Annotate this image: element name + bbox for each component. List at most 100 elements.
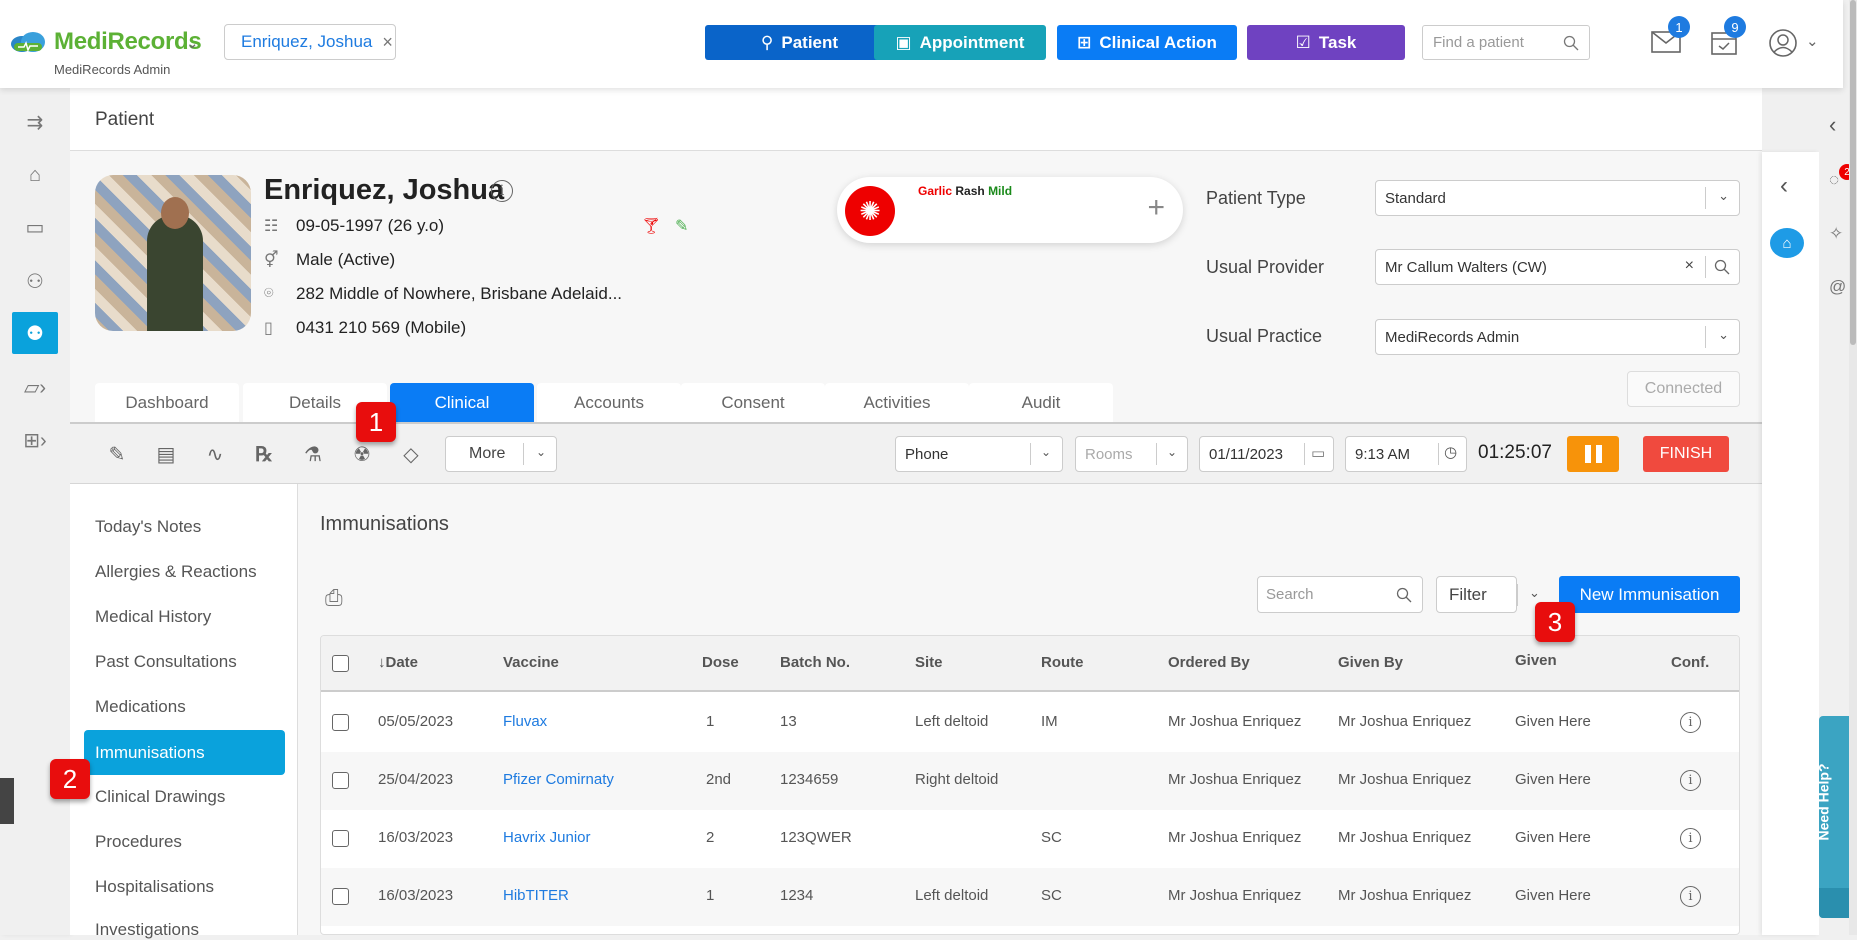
cell-vaccine[interactable]: Havrix Junior xyxy=(503,829,591,846)
tag-icon[interactable]: ⌂ xyxy=(1770,228,1804,258)
usual-provider-input[interactable]: Mr Callum Walters (CW) × xyxy=(1375,249,1740,285)
mention-icon[interactable]: @ xyxy=(1829,277,1846,297)
rooms-select[interactable]: Rooms ⌄ xyxy=(1075,436,1188,472)
col-ordered-by[interactable]: Ordered By xyxy=(1168,654,1250,671)
tab-clinical[interactable]: Clinical xyxy=(390,383,534,422)
certificate-icon[interactable]: ▤ xyxy=(152,440,180,468)
cell-vaccine[interactable]: HibTITER xyxy=(503,887,569,904)
cell-vaccine[interactable]: Fluvax xyxy=(503,713,547,730)
ecg-document-icon[interactable]: ∿ xyxy=(201,440,229,468)
nav-group[interactable]: ⚇ xyxy=(12,260,58,302)
new-appointment-button[interactable]: ▣ Appointment xyxy=(874,25,1046,60)
side-tab-handle[interactable] xyxy=(0,778,14,824)
usual-practice-select[interactable]: MediRecords Admin ⌄ xyxy=(1375,319,1740,355)
subnav-clinical-drawings[interactable]: Clinical Drawings xyxy=(95,787,225,807)
confidential-info-icon[interactable]: i xyxy=(1680,886,1701,907)
nav-patients[interactable]: ⚉ xyxy=(12,312,58,354)
col-batch[interactable]: Batch No. xyxy=(780,654,850,671)
confidential-info-icon[interactable]: i xyxy=(1680,770,1701,791)
filter-dropdown[interactable]: Filter ⌄ xyxy=(1436,576,1540,613)
need-help-button[interactable]: Need Help? xyxy=(1816,716,1849,918)
subnav-past-consultations[interactable]: Past Consultations xyxy=(95,652,237,672)
col-date[interactable]: ↓Date xyxy=(378,654,418,671)
select-all-checkbox[interactable] xyxy=(332,655,349,672)
more-dropdown[interactable]: More ⌄ xyxy=(445,436,557,472)
patient-type-select[interactable]: Standard ⌄ xyxy=(1375,180,1740,216)
notes-edit-icon[interactable]: ✎ xyxy=(103,440,131,468)
calendar-icon[interactable]: ▭ xyxy=(1311,444,1325,462)
brand-logo[interactable]: MediRecords xyxy=(10,28,202,56)
row-checkbox[interactable] xyxy=(332,888,349,905)
pause-button[interactable] xyxy=(1567,436,1619,472)
scrollbar-thumb[interactable] xyxy=(1850,0,1856,345)
time-input[interactable]: 9:13 AM ◷ xyxy=(1345,436,1467,472)
add-allergy-button[interactable]: + xyxy=(1147,191,1165,225)
new-task-button[interactable]: ☑ Task xyxy=(1247,25,1405,60)
pin-icon[interactable]: ✧ xyxy=(1829,224,1843,244)
nav-home[interactable]: ⌂ xyxy=(12,154,58,196)
subnav-todays-notes[interactable]: Today's Notes xyxy=(95,517,201,537)
nav-folder-add[interactable]: ⊞› xyxy=(12,419,58,461)
close-icon[interactable]: × xyxy=(382,32,393,53)
collapse-panel-chevron-icon[interactable]: ‹ xyxy=(1780,172,1788,200)
page-scrollbar[interactable] xyxy=(1849,0,1857,935)
collapse-rail-chevron-icon[interactable]: ‹ xyxy=(1829,112,1836,138)
table-row[interactable]: 16/03/2023 HibTITER 1 1234 Left deltoid SC Mr … xyxy=(321,868,1739,926)
table-row[interactable]: 16/03/2023 Havrix Junior 2 123QWER SC Mr Josh… xyxy=(321,810,1739,868)
table-row[interactable]: 25/04/2023 Pfizer Comirnaty 2nd 1234659 Righ… xyxy=(321,752,1739,810)
new-patient-button[interactable]: ⚲ Patient xyxy=(705,25,894,60)
nav-calendar[interactable]: ▭ xyxy=(12,206,58,248)
subnav-medications[interactable]: Medications xyxy=(95,697,186,717)
immunisation-search-input[interactable]: Search xyxy=(1257,576,1423,613)
patient-info-icon[interactable]: i xyxy=(491,180,513,202)
radiology-icon[interactable]: ☢ xyxy=(348,440,376,468)
tab-activities[interactable]: Activities xyxy=(825,383,969,422)
tab-audit[interactable]: Audit xyxy=(969,383,1113,422)
row-checkbox[interactable] xyxy=(332,714,349,731)
col-given[interactable]: Given xyxy=(1515,652,1557,669)
col-given-by[interactable]: Given By xyxy=(1338,654,1403,671)
print-icon[interactable]: ⎙ xyxy=(325,585,343,611)
clear-icon[interactable]: × xyxy=(1685,257,1694,275)
col-conf[interactable]: Conf. xyxy=(1671,654,1709,671)
cell-vaccine[interactable]: Pfizer Comirnaty xyxy=(503,771,614,788)
col-vaccine[interactable]: Vaccine xyxy=(503,654,559,671)
subnav-immunisations[interactable]: Immunisations xyxy=(84,730,285,775)
expand-menu-button[interactable]: ⇉ xyxy=(12,101,58,143)
prescription-icon[interactable]: ℞ xyxy=(250,440,278,468)
col-site[interactable]: Site xyxy=(915,654,943,671)
clinical-action-button[interactable]: ⊞ Clinical Action xyxy=(1057,25,1237,60)
table-row[interactable]: 05/05/2023 Fluvax 1 13 Left deltoid IM Mr Josh… xyxy=(321,694,1739,752)
nav-folder[interactable]: ▱› xyxy=(12,366,58,408)
confidential-info-icon[interactable]: i xyxy=(1680,712,1701,733)
col-route[interactable]: Route xyxy=(1041,654,1084,671)
row-checkbox[interactable] xyxy=(332,772,349,789)
subnav-medical-history[interactable]: Medical History xyxy=(95,607,211,627)
finish-button[interactable]: FINISH xyxy=(1643,436,1729,472)
tasks-button[interactable]: 9 xyxy=(1710,16,1746,58)
brand-dropdown-chevron-icon[interactable]: ⌄ xyxy=(186,34,199,52)
allergy-card[interactable]: ✺ Garlic Rash Mild + xyxy=(837,177,1183,243)
smoking-icon[interactable]: ✎ xyxy=(675,216,688,236)
open-patient-chip[interactable]: Enriquez, Joshua × xyxy=(224,24,396,60)
chat-icon[interactable]: ◌ xyxy=(1829,170,1839,190)
tab-dashboard[interactable]: Dashboard xyxy=(95,383,239,422)
pathology-flask-icon[interactable]: ⚗ xyxy=(299,440,327,468)
mail-button[interactable]: 1 xyxy=(1651,16,1690,58)
confidential-info-icon[interactable]: i xyxy=(1680,828,1701,849)
subnav-allergies[interactable]: Allergies & Reactions xyxy=(95,562,257,582)
find-patient-input[interactable]: Find a patient xyxy=(1422,25,1590,60)
alcohol-icon[interactable]: 🍸︎ xyxy=(641,216,661,236)
tab-accounts[interactable]: Accounts xyxy=(537,383,681,422)
search-icon[interactable] xyxy=(1714,259,1730,275)
date-input[interactable]: 01/11/2023 ▭ xyxy=(1199,436,1334,472)
subnav-investigations[interactable]: Investigations xyxy=(95,920,199,940)
channel-select[interactable]: Phone ⌄ xyxy=(895,436,1063,472)
row-checkbox[interactable] xyxy=(332,830,349,847)
subnav-procedures[interactable]: Procedures xyxy=(95,832,182,852)
tab-consent[interactable]: Consent xyxy=(681,383,825,422)
user-menu-button[interactable]: ⌄ xyxy=(1768,28,1824,58)
new-immunisation-button[interactable]: New Immunisation xyxy=(1559,576,1740,613)
col-dose[interactable]: Dose xyxy=(702,654,739,671)
education-icon[interactable]: ◇ xyxy=(397,440,425,468)
